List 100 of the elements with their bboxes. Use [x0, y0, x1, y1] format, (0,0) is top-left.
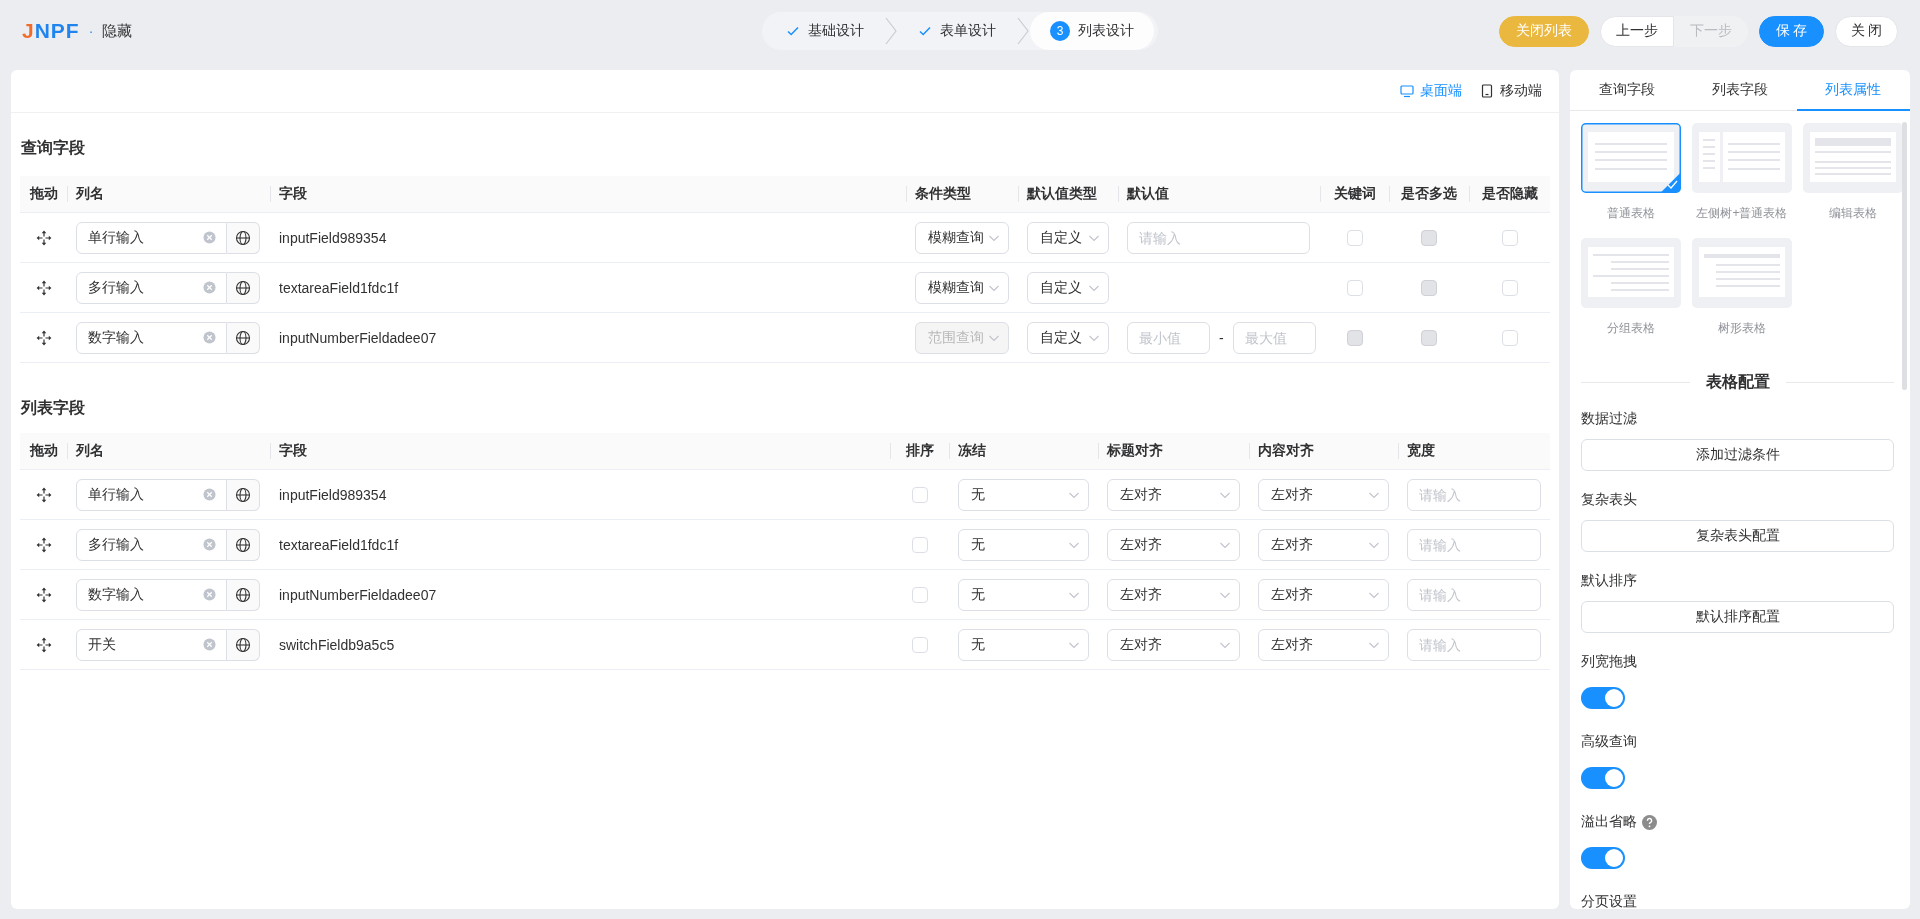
select-field[interactable]: 左对齐 — [1258, 478, 1389, 511]
move-icon[interactable] — [35, 229, 52, 246]
clear-icon[interactable] — [203, 538, 216, 551]
select-field[interactable]: 模糊查询 — [915, 221, 1009, 254]
move-icon[interactable] — [35, 486, 52, 503]
step-label: 表单设计 — [940, 22, 996, 40]
select-field[interactable]: 无 — [958, 628, 1089, 661]
checkbox[interactable] — [1346, 279, 1363, 296]
select-field[interactable]: 左对齐 — [1107, 628, 1240, 661]
move-icon[interactable] — [35, 536, 52, 553]
translate-button[interactable] — [227, 271, 260, 304]
move-icon[interactable] — [35, 636, 52, 653]
help-icon[interactable] — [1642, 814, 1657, 830]
layout-label: 编辑表格 — [1829, 205, 1877, 222]
table-layout-drawing[interactable] — [1581, 123, 1681, 193]
chevron-right-icon — [884, 16, 898, 46]
layout-label: 左侧树+普通表格 — [1696, 205, 1788, 222]
step-number: 3 — [1050, 21, 1070, 41]
checkbox[interactable] — [1501, 229, 1518, 246]
select-field[interactable]: 无 — [958, 478, 1089, 511]
toggle-switch[interactable] — [1581, 847, 1625, 869]
clear-icon[interactable] — [203, 488, 216, 501]
select-field[interactable]: 左对齐 — [1258, 628, 1389, 661]
column-header: 条件类型 — [915, 185, 971, 203]
checkbox[interactable] — [1501, 329, 1518, 346]
select-field[interactable]: 自定义 — [1027, 221, 1109, 254]
column-name-field[interactable]: 单行输入 — [76, 221, 227, 254]
globe-icon — [235, 636, 251, 653]
panel-tab[interactable]: 查询字段 — [1570, 70, 1684, 111]
section-title: 列表字段 — [19, 398, 86, 418]
select-field[interactable]: 左对齐 — [1258, 578, 1389, 611]
column-header: 是否多选 — [1401, 185, 1457, 203]
panel-tab[interactable]: 列表字段 — [1683, 70, 1797, 111]
clear-icon[interactable] — [203, 231, 216, 244]
input-field[interactable]: 请输入 — [1127, 221, 1310, 254]
select-field[interactable]: 无 — [958, 578, 1089, 611]
header-button[interactable]: 上一步 — [1600, 15, 1674, 47]
select-field[interactable]: 无 — [958, 528, 1089, 561]
checkbox[interactable] — [911, 636, 928, 653]
translate-button[interactable] — [227, 528, 260, 561]
layout-label: 分组表格 — [1607, 320, 1655, 337]
input-field[interactable]: 最小值 — [1127, 321, 1210, 354]
column-name-field[interactable]: 单行输入 — [76, 478, 227, 511]
clear-icon[interactable] — [203, 588, 216, 601]
column-name-field[interactable]: 多行输入 — [76, 271, 227, 304]
input-field[interactable]: 请输入 — [1407, 478, 1541, 511]
column-name-field[interactable]: 数字输入 — [76, 578, 227, 611]
move-icon[interactable] — [35, 586, 52, 603]
column-header: 关键词 — [1333, 185, 1376, 203]
scrollbar[interactable] — [1902, 122, 1907, 390]
checkbox[interactable] — [911, 536, 928, 553]
translate-button[interactable] — [227, 478, 260, 511]
setting-label: 分页设置 — [1581, 893, 1637, 909]
header-button[interactable]: 关 闭 — [1835, 15, 1898, 47]
input-field[interactable]: 请输入 — [1407, 578, 1541, 611]
globe-icon — [235, 536, 251, 553]
field-name: inputNumberFieldadee07 — [279, 586, 437, 603]
select-field[interactable]: 左对齐 — [1107, 578, 1240, 611]
column-header: 默认值 — [1127, 185, 1169, 203]
translate-button[interactable] — [227, 221, 260, 254]
step-label: 基础设计 — [808, 22, 864, 40]
column-name-field[interactable]: 数字输入 — [76, 321, 227, 354]
config-button[interactable]: 添加过滤条件 — [1581, 439, 1894, 471]
device-tab[interactable]: 移动端 — [1480, 82, 1542, 100]
column-name-field[interactable]: 开关 — [76, 628, 227, 661]
checkbox[interactable] — [1346, 229, 1363, 246]
translate-button[interactable] — [227, 628, 260, 661]
select-field[interactable]: 左对齐 — [1107, 478, 1240, 511]
config-button[interactable]: 默认排序配置 — [1581, 601, 1894, 633]
field-name: inputField989354 — [279, 486, 387, 503]
move-icon[interactable] — [35, 279, 52, 296]
select-field[interactable]: 左对齐 — [1258, 528, 1389, 561]
clear-icon[interactable] — [203, 331, 216, 344]
column-name-field[interactable]: 多行输入 — [76, 528, 227, 561]
clear-icon[interactable] — [203, 638, 216, 651]
input-field[interactable]: 最大值 — [1232, 321, 1316, 354]
column-header: 字段 — [279, 442, 307, 460]
select-field[interactable]: 左对齐 — [1107, 528, 1240, 561]
column-header: 是否隐藏 — [1481, 185, 1538, 203]
setting-label: 复杂表头 — [1581, 491, 1637, 509]
tablet-icon — [1480, 84, 1494, 98]
column-header: 默认值类型 — [1027, 185, 1097, 203]
select-field[interactable]: 自定义 — [1027, 271, 1109, 304]
translate-button[interactable] — [227, 321, 260, 354]
clear-icon[interactable] — [203, 281, 216, 294]
checkbox[interactable] — [911, 486, 928, 503]
select-field[interactable]: 自定义 — [1027, 321, 1109, 354]
input-field[interactable]: 请输入 — [1407, 528, 1541, 561]
checkbox[interactable] — [1501, 279, 1518, 296]
config-button[interactable]: 复杂表头配置 — [1581, 520, 1894, 552]
toggle-switch[interactable] — [1581, 687, 1625, 709]
toggle-switch[interactable] — [1581, 767, 1625, 789]
translate-button[interactable] — [227, 578, 260, 611]
checkbox[interactable] — [911, 586, 928, 603]
field-name: textareaField1fdc1f — [279, 279, 399, 296]
column-header: 拖动 — [29, 185, 58, 203]
input-field[interactable]: 请输入 — [1407, 628, 1541, 661]
select-field[interactable]: 模糊查询 — [915, 271, 1009, 304]
move-icon[interactable] — [35, 329, 52, 346]
column-header: 拖动 — [29, 442, 58, 460]
